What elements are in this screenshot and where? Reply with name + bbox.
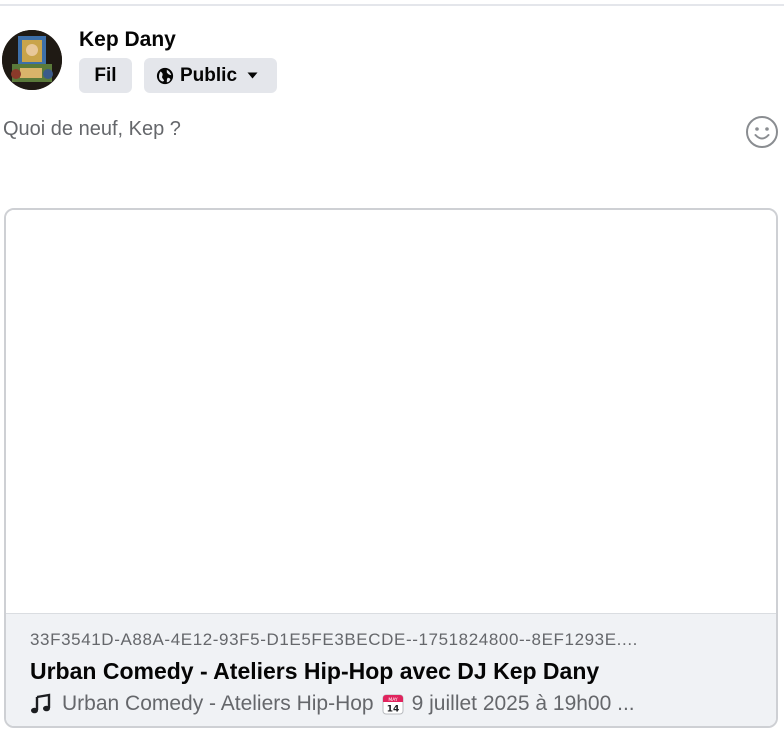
emoji-button[interactable] bbox=[745, 115, 779, 149]
calendar-month: MAY bbox=[388, 697, 398, 703]
avatar-image bbox=[2, 30, 62, 90]
link-preview-image bbox=[6, 210, 776, 613]
avatar[interactable] bbox=[2, 30, 62, 90]
smiley-icon bbox=[746, 116, 778, 148]
top-divider bbox=[0, 4, 784, 6]
audience-label: Public bbox=[180, 64, 238, 86]
link-preview-title: Urban Comedy - Ateliers Hip-Hop avec DJ … bbox=[30, 658, 600, 684]
calendar-icon: MAY 14 bbox=[382, 694, 404, 715]
audience-selector[interactable]: Public bbox=[144, 58, 277, 93]
caret-down-icon bbox=[247, 72, 258, 79]
link-preview-description-part1: Urban Comedy - Ateliers Hip-Hop bbox=[62, 692, 374, 715]
calendar-day: 14 bbox=[386, 705, 399, 715]
music-note-icon bbox=[31, 693, 51, 714]
post-header: Kep Dany Fil Public bbox=[0, 28, 784, 98]
link-preview-description: Urban Comedy - Ateliers Hip-Hop MAY 14 9… bbox=[30, 692, 635, 716]
destination-button[interactable]: Fil bbox=[79, 58, 132, 93]
link-preview-description-part2: 9 juillet 2025 à 19h00 ... bbox=[411, 692, 635, 715]
link-preview-card[interactable]: 33F3541D-A88A-4E12-93F5-D1E5FE3BECDE--17… bbox=[4, 208, 778, 728]
link-preview-footer: 33F3541D-A88A-4E12-93F5-D1E5FE3BECDE--17… bbox=[6, 613, 776, 726]
post-text-input[interactable]: Quoi de neuf, Kep ? bbox=[3, 118, 181, 141]
author-name[interactable]: Kep Dany bbox=[79, 28, 176, 52]
destination-label: Fil bbox=[94, 64, 117, 86]
link-preview-domain: 33F3541D-A88A-4E12-93F5-D1E5FE3BECDE--17… bbox=[30, 630, 638, 649]
globe-icon bbox=[156, 67, 174, 84]
